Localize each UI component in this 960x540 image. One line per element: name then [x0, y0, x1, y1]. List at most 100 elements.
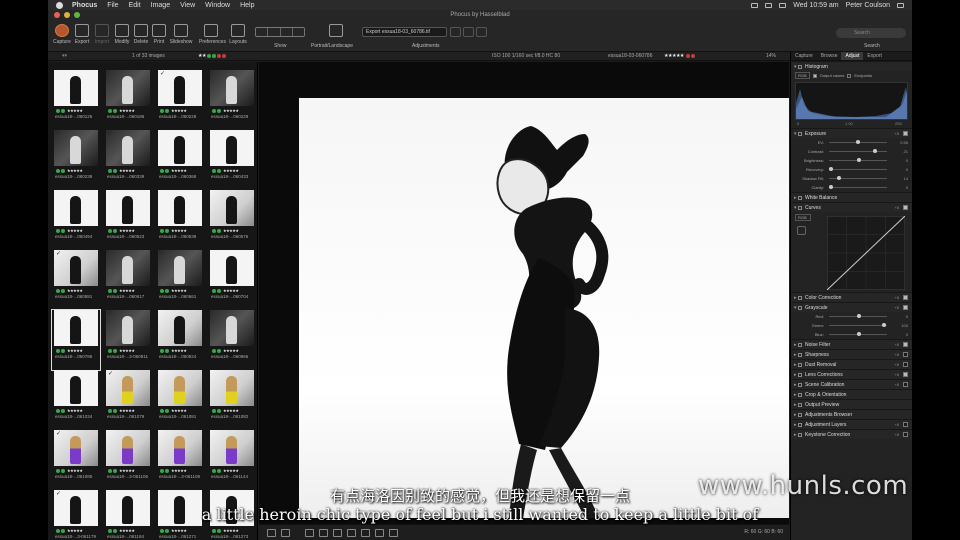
endpoints-checkbox[interactable] [847, 73, 852, 78]
thumbnail-rating[interactable]: ★★★★★ [55, 527, 100, 534]
thumbnail-item[interactable]: ✓ ★★★★★ essua18-...060581 [52, 250, 100, 310]
thumbnail-rating[interactable]: ★★★★★ [159, 527, 204, 534]
thumbnail-item[interactable]: ★★★★★ essua18-...060924 [156, 310, 204, 370]
exposure-slider[interactable]: Brightness: 0 [791, 156, 912, 165]
rating-filter[interactable]: ★★ [198, 52, 226, 61]
close-window-button[interactable] [54, 12, 60, 18]
grayscale-section-header[interactable]: Grayscale+8 [791, 302, 912, 313]
curves-section-header[interactable]: Curves+8 [791, 202, 912, 213]
zoom-window-button[interactable] [74, 12, 80, 18]
thumbnail-item[interactable]: ✓ ★★★★★ essua18-...3-060911 [104, 310, 152, 370]
thumbnail-item[interactable]: ★★★★★ essua18-...061082 [208, 370, 256, 430]
wifi-icon[interactable] [765, 2, 773, 8]
thumbnail-item[interactable]: ★★★★★ essua18-...060433 [208, 130, 256, 190]
zoom-tool-icon[interactable] [347, 529, 356, 537]
tool-section-header[interactable]: Adjustment Layers+8 [791, 419, 912, 430]
thumbnail-rating[interactable]: ★★★★★ [107, 167, 152, 174]
thumbnail-rating[interactable]: ★★★★★ [159, 287, 204, 294]
color-picker-icon[interactable] [333, 529, 342, 537]
menubar-clock[interactable]: Wed 10:59 am [793, 2, 838, 9]
menu-app[interactable]: Phocus [72, 2, 97, 9]
slider-knob[interactable] [872, 149, 877, 153]
print-button[interactable]: Print [147, 22, 171, 45]
menu-file[interactable]: File [107, 2, 118, 9]
slider-knob[interactable] [857, 158, 861, 162]
tool-enable-checkbox[interactable] [903, 382, 908, 387]
crop-tool-icon[interactable] [305, 529, 314, 537]
thumbnail-rating[interactable]: ★★★★★ [159, 467, 204, 474]
grayscale-slider[interactable]: Green: 100 [791, 321, 912, 330]
exposure-section-header[interactable]: Exposure+8 [791, 128, 912, 139]
thumbnail-rating[interactable]: ★★★★★ [211, 107, 256, 114]
thumbnail-rating[interactable]: ★★★★★ [107, 107, 152, 114]
layouts-button[interactable]: Layouts [226, 22, 250, 45]
menubar-user[interactable]: Peter Coulson [846, 2, 890, 9]
histogram-black-point[interactable]: 0 [797, 121, 799, 126]
loupe-tool-icon[interactable] [389, 529, 398, 537]
grayscale-slider[interactable]: Red: 0 [791, 312, 912, 321]
exposure-slider[interactable]: Shadow Fill: 14 [791, 174, 912, 183]
menu-help[interactable]: Help [240, 2, 254, 9]
thumbnail-item[interactable]: ★★★★★ essua18-...060786 [51, 309, 101, 371]
thumbnail-item[interactable]: ★★★★★ essua18-...060617 [104, 250, 152, 310]
color-correction-enable-checkbox[interactable] [903, 295, 908, 300]
slider-knob[interactable] [836, 176, 841, 180]
copy-adjustment-icon[interactable] [463, 27, 474, 37]
hand-tool-icon[interactable] [361, 529, 370, 537]
curves-eyedropper-icon[interactable] [797, 226, 806, 235]
exposure-slider[interactable]: Recovery: 0 [791, 165, 912, 174]
slider-knob[interactable] [857, 314, 861, 318]
status-icon-screen[interactable] [751, 2, 759, 8]
slider-track[interactable] [829, 187, 887, 188]
tool-section-header[interactable]: Crop & Orientation [791, 389, 912, 400]
thumbnail-item[interactable]: ★★★★★ essua18-...3-061106 [104, 430, 152, 490]
thumbnail-item[interactable]: ✓ ★★★★★ essua18-...060228 [156, 70, 204, 130]
tool-section-header[interactable]: Output Preview [791, 399, 912, 410]
thumbnail-rating[interactable]: ★★★★★ [211, 287, 256, 294]
thumbnail-item[interactable]: ✓ ★★★★★ essua18-...060339 [104, 130, 152, 190]
histogram-white-point[interactable]: 255 [895, 121, 902, 126]
image-viewer[interactable] [259, 62, 789, 524]
thumbnail-item[interactable]: ★★★★★ essua18-...061034 [52, 370, 100, 430]
tab-adjust[interactable]: Adjust [841, 52, 864, 60]
slider-value[interactable]: 0.56 [900, 138, 908, 147]
filter-icon[interactable]: ▾▾ [62, 52, 67, 61]
slider-track[interactable] [829, 151, 887, 152]
straighten-tool-icon[interactable] [319, 529, 328, 537]
thumbnail-item[interactable]: ★★★★★ essua18-...060523 [104, 190, 152, 250]
spotlight-icon[interactable] [897, 2, 904, 8]
thumbnail-rating[interactable]: ★★★★★ [211, 467, 256, 474]
tool-enable-checkbox[interactable] [903, 352, 908, 357]
preferences-button[interactable]: Preferences [199, 22, 226, 45]
thumbnail-rating[interactable]: ★★★★★ [107, 527, 152, 534]
thumbnail-item[interactable]: ★★★★★ essua18-...060966 [208, 310, 256, 370]
histogram-channel-select[interactable]: RGB [795, 72, 810, 79]
thumbnail-rating[interactable]: ★★★★★ [107, 467, 152, 474]
slider-knob[interactable] [855, 140, 860, 144]
grayscale-slider[interactable]: Blue: 0 [791, 330, 912, 339]
tool-section-header[interactable]: Sharpness+8 [791, 349, 912, 360]
thumbnail-rating[interactable]: ★★★★★ [211, 407, 256, 414]
slideshow-button[interactable]: Slideshow [169, 22, 193, 45]
slider-value[interactable]: 14 [904, 174, 908, 183]
tool-enable-checkbox[interactable] [903, 342, 908, 347]
slider-value[interactable]: 0 [906, 330, 908, 339]
thumbnail-rating[interactable]: ★★★★★ [107, 407, 152, 414]
thumbnail-rating[interactable]: ★★★★★ [211, 227, 256, 234]
tool-enable-checkbox[interactable] [903, 432, 908, 437]
thumbnail-rating[interactable]: ★★★★★ [55, 107, 100, 114]
exposure-slider[interactable]: Contrast: 21 [791, 147, 912, 156]
slider-value[interactable]: 0 [906, 312, 908, 321]
tool-section-header[interactable]: Lens Corrections+8 [791, 369, 912, 380]
exposure-slider[interactable]: Clarity: 0 [791, 183, 912, 192]
tab-browse[interactable]: Browse [817, 52, 842, 60]
thumbnail-rating[interactable]: ★★★★★ [55, 227, 100, 234]
paste-adjustment-icon[interactable] [476, 27, 487, 37]
portrait-landscape-button[interactable] [321, 22, 351, 39]
undo-adjustment-icon[interactable] [450, 27, 461, 37]
thumbnail-rating[interactable]: ★★★★★ [159, 107, 204, 114]
thumbnail-item[interactable]: ★★★★★ essua18-...060576 [208, 190, 256, 250]
thumbnail-rating[interactable]: ★★★★★ [107, 347, 152, 354]
thumbnail-rating[interactable]: ★★★★★ [211, 527, 256, 534]
show-view-segmented-control[interactable] [255, 27, 305, 37]
